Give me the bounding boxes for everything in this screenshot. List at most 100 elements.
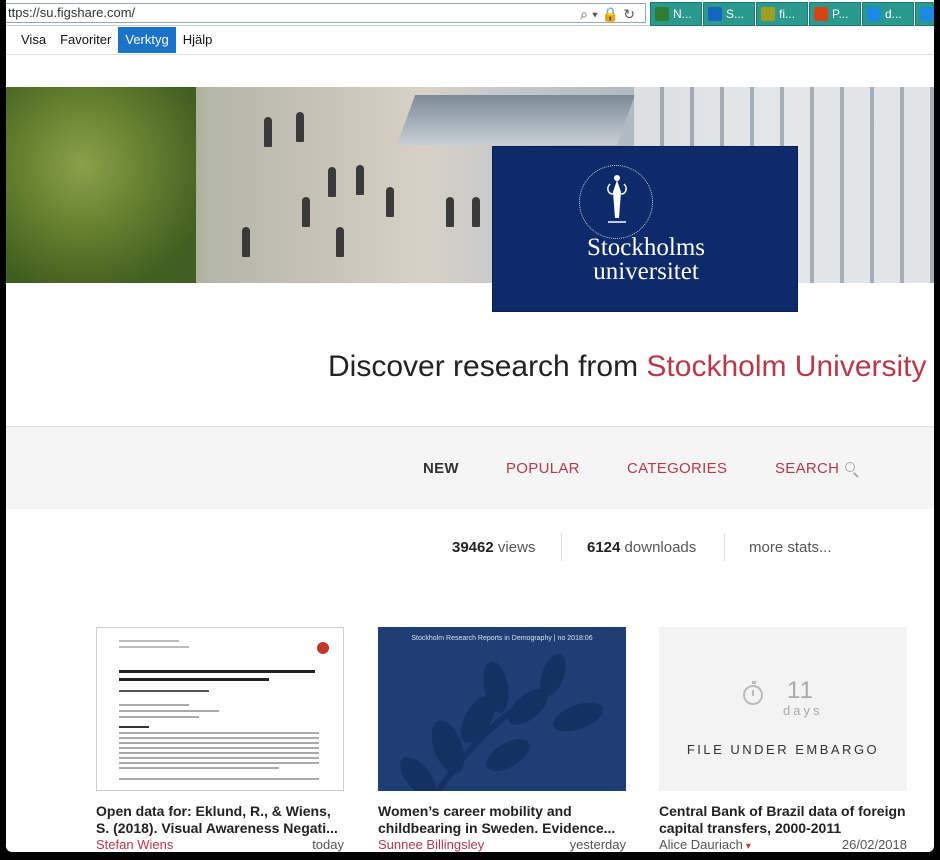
- divider: [724, 533, 725, 561]
- tab-favicon-icon: [761, 7, 775, 21]
- tab-search[interactable]: SEARCH: [775, 460, 856, 477]
- paper-line: [119, 646, 189, 648]
- paper-line: [119, 640, 179, 642]
- item-author[interactable]: Alice Dauriach: [659, 837, 743, 852]
- page-title-institution: Stockholm University: [646, 350, 927, 383]
- banner-person: [264, 117, 272, 147]
- downloads-count: 6124: [587, 539, 621, 556]
- content-nav: NEW POPULAR CATEGORIES SEARCH: [6, 427, 934, 509]
- downloads-label: downloads: [624, 539, 697, 556]
- banner-person: [336, 227, 344, 257]
- page-title: Discover research from Stockholm Univers…: [328, 350, 927, 384]
- paper-line: [119, 747, 319, 749]
- paper-line: [119, 778, 319, 780]
- tab-favicon-icon: [867, 7, 881, 21]
- report-thumbnail[interactable]: Stockholm Research Reports in Demography…: [378, 627, 626, 791]
- embargo-thumbnail[interactable]: 11 days FILE UNDER EMBARGO: [659, 627, 907, 791]
- banner-roof: [396, 95, 636, 145]
- item-card[interactable]: Open data for: Eklund, R., & Wiens, S. (…: [96, 627, 344, 852]
- tab-favicon-icon: [708, 7, 722, 21]
- page-title-prefix: Discover research from: [328, 350, 647, 383]
- menu-item-hjalp[interactable]: Hjälp: [176, 27, 220, 53]
- paper-line: [119, 757, 319, 759]
- item-date: 26/02/2018: [841, 837, 907, 852]
- embargo-text: FILE UNDER EMBARGO: [686, 742, 880, 757]
- tab-favicon-icon: [814, 7, 828, 21]
- item-author[interactable]: Sunnee Billingsley: [378, 837, 484, 852]
- address-tools: ⌕▾🔒↻: [580, 5, 639, 23]
- item-author[interactable]: Stefan Wiens: [96, 837, 173, 852]
- tab-categories[interactable]: CATEGORIES: [627, 460, 727, 477]
- logo-name-line2: universitet: [593, 258, 699, 285]
- paper-title-line: [119, 678, 269, 681]
- paper-line: [119, 690, 209, 692]
- tab-favicon-icon: [655, 7, 669, 21]
- browser-tab[interactable]: d...: [862, 2, 914, 26]
- item-date: today: [312, 837, 344, 852]
- banner-person: [472, 197, 480, 227]
- menu-bar: Visa Favoriter Verktyg Hjälp: [6, 27, 934, 55]
- paper-line: [119, 737, 319, 739]
- item-title[interactable]: Women’s career mobility and childbearing…: [378, 803, 626, 837]
- paper-line: [119, 710, 219, 712]
- search-icon: [845, 462, 856, 472]
- stats-bar: 39462 views 6124 downloads more stats...: [6, 530, 934, 566]
- journal-logo-icon: [317, 642, 329, 654]
- views-count: 39462: [452, 539, 494, 556]
- browser-tab[interactable]: S...: [703, 2, 755, 26]
- more-stats-link[interactable]: more stats...: [749, 539, 832, 556]
- item-date: yesterday: [569, 837, 626, 852]
- browser-tab[interactable]: N...: [650, 2, 702, 26]
- downloads-stat: 6124 downloads: [587, 539, 696, 556]
- chevron-down-icon[interactable]: ▾: [746, 841, 751, 852]
- refresh-icon[interactable]: ↻: [623, 6, 639, 22]
- embargo-days-count: 11: [787, 677, 814, 704]
- item-card[interactable]: 11 days FILE UNDER EMBARGO Central Bank …: [659, 627, 907, 852]
- menu-item-verktyg[interactable]: Verktyg: [118, 27, 176, 53]
- divider: [561, 533, 562, 561]
- banner-person: [356, 165, 364, 195]
- banner-person: [386, 187, 394, 217]
- paper-line: [119, 716, 199, 718]
- banner-person: [302, 197, 310, 227]
- item-meta: Stefan Wiens today: [96, 837, 344, 852]
- menu-item-visa[interactable]: Visa: [14, 27, 53, 53]
- lock-icon: 🔒: [601, 6, 624, 22]
- address-bar[interactable]: ttps://su.figshare.com/ ⌕▾🔒↻: [6, 3, 646, 23]
- views-stat: 39462 views: [452, 539, 535, 556]
- banner-person: [296, 112, 304, 142]
- address-bar-area: ttps://su.figshare.com/ ⌕▾🔒↻ N... S... f…: [6, 0, 934, 26]
- item-title[interactable]: Open data for: Eklund, R., & Wiens, S. (…: [96, 803, 344, 837]
- tab-popular[interactable]: POPULAR: [506, 460, 580, 477]
- browser-tab[interactable]: fi...: [756, 2, 808, 26]
- banner-tree: [6, 87, 196, 283]
- search-icon[interactable]: ⌕: [580, 6, 592, 22]
- tab-favicon-icon: [920, 7, 934, 21]
- item-meta: Alice Dauriach ▾ 26/02/2018: [659, 837, 907, 852]
- item-title[interactable]: Central Bank of Brazil data of foreign c…: [659, 803, 907, 837]
- menu-item-favoriter[interactable]: Favoriter: [53, 27, 118, 53]
- embargo-days-label: days: [783, 703, 823, 718]
- url-text[interactable]: ttps://su.figshare.com/: [8, 5, 135, 20]
- university-seal-icon: [579, 165, 653, 239]
- browser-tabs: N... S... fi... P... d...: [650, 2, 934, 26]
- paper-line: [119, 732, 319, 734]
- university-logo[interactable]: Stockholms universitet: [492, 146, 798, 312]
- paper-thumbnail[interactable]: [96, 627, 344, 791]
- tab-new[interactable]: NEW: [423, 460, 459, 477]
- paper-title-line: [119, 670, 315, 673]
- paper-line: [119, 767, 279, 769]
- browser-tab[interactable]: [915, 2, 934, 26]
- browser-tab[interactable]: P...: [809, 2, 861, 26]
- leaf-illustration: [400, 653, 603, 791]
- item-meta: Sunnee Billingsley yesterday: [378, 837, 626, 852]
- paper-line: [119, 762, 319, 764]
- paper-line: [119, 704, 189, 706]
- banner-person: [446, 197, 454, 227]
- banner-person: [328, 167, 336, 197]
- banner-person: [242, 227, 250, 257]
- paper-line: [119, 726, 149, 728]
- paper-line: [119, 752, 319, 754]
- item-card[interactable]: Stockholm Research Reports in Demography…: [378, 627, 626, 852]
- dropdown-icon[interactable]: ▾: [592, 6, 602, 22]
